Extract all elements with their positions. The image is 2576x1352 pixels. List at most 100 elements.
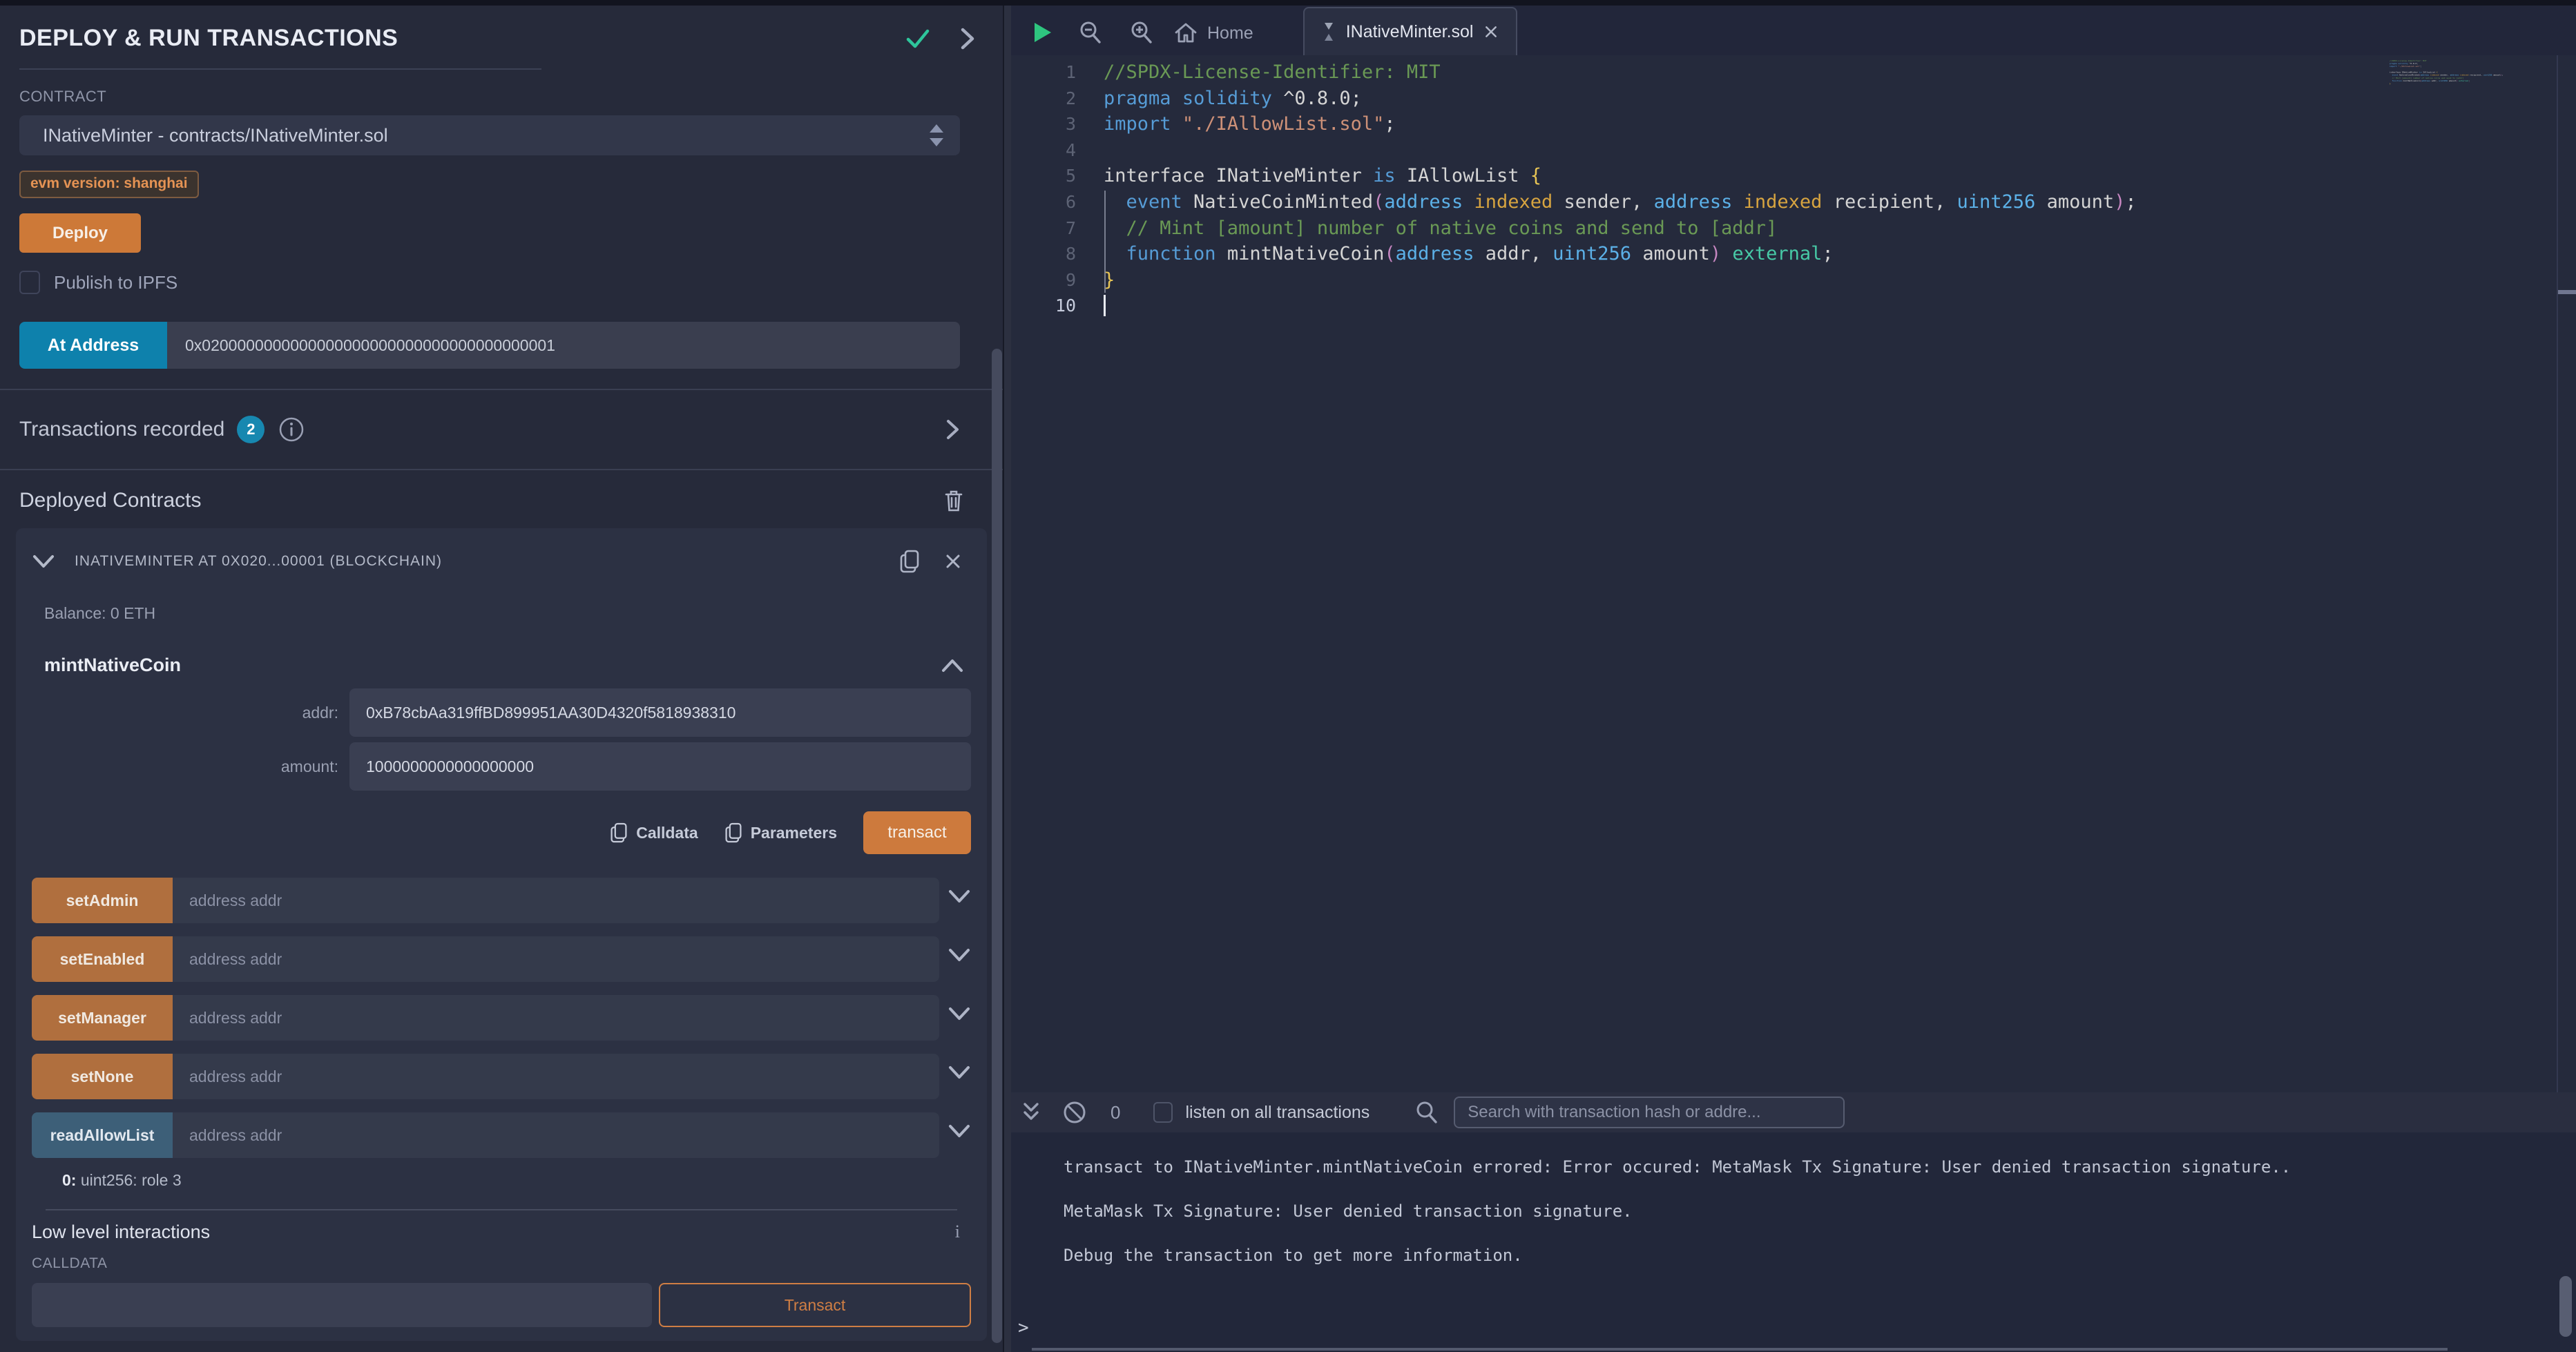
- publish-ipfs-checkbox[interactable]: [19, 271, 40, 294]
- setadmin-expand-icon[interactable]: [948, 889, 971, 904]
- clear-console-icon[interactable]: [1062, 1100, 1087, 1125]
- contract-expand-icon[interactable]: [32, 554, 55, 569]
- success-check-icon: [906, 28, 930, 49]
- low-level-info-icon[interactable]: i: [955, 1221, 960, 1242]
- panel-header: DEPLOY & RUN TRANSACTIONS: [0, 6, 1003, 52]
- terminal-log-line: Debug the transaction to get more inform…: [1064, 1233, 2576, 1277]
- panel-collapse-icon[interactable]: [960, 27, 975, 50]
- trash-icon[interactable]: [943, 488, 964, 513]
- home-icon: [1174, 22, 1198, 44]
- panel-editor-divider[interactable]: [1003, 6, 1011, 1352]
- transactions-expand-icon[interactable]: [946, 418, 960, 441]
- contract-select[interactable]: INativeMinter - contracts/INativeMinter.…: [19, 115, 960, 155]
- contract-instance-title: INATIVEMINTER AT 0X020...00001 (BLOCKCHA…: [75, 553, 442, 570]
- pending-tx-count: 0: [1111, 1102, 1120, 1123]
- minimap-content: //SPDX-License-Identifier: MITpragma sol…: [2390, 59, 2549, 88]
- setadmin-input[interactable]: [173, 878, 939, 923]
- output-index: 0:: [62, 1171, 76, 1189]
- readallowlist-input[interactable]: [173, 1112, 939, 1158]
- editor-tabbar: Home INativeMinter.sol: [1011, 6, 2576, 55]
- run-script-icon[interactable]: [1033, 22, 1051, 43]
- listen-transactions-label: listen on all transactions: [1185, 1103, 1369, 1123]
- at-address-input[interactable]: [167, 322, 960, 369]
- indent-guide: [1104, 191, 1106, 293]
- copy-address-icon[interactable]: [899, 549, 920, 574]
- setnone-expand-icon[interactable]: [948, 1065, 971, 1080]
- copy-parameters-button[interactable]: Parameters: [724, 822, 837, 844]
- terminal-collapse-icon[interactable]: [1022, 1101, 1040, 1123]
- setenabled-expand-icon[interactable]: [948, 947, 971, 963]
- function-row-setadmin: setAdmin: [32, 878, 971, 923]
- copy-calldata-button[interactable]: Calldata: [610, 822, 698, 844]
- function-row-setmanager: setManager: [32, 995, 971, 1041]
- function-collapse-icon[interactable]: [941, 658, 964, 673]
- editor-minimap[interactable]: //SPDX-License-Identifier: MITpragma sol…: [2390, 59, 2555, 543]
- deployed-contract-card: INATIVEMINTER AT 0X020...00001 (BLOCKCHA…: [16, 528, 987, 1341]
- setmanager-expand-icon[interactable]: [948, 1006, 971, 1021]
- select-updown-icon: [928, 123, 945, 148]
- tab-home-label: Home: [1207, 23, 1253, 44]
- text-cursor: [1104, 295, 1106, 316]
- setadmin-button[interactable]: setAdmin: [32, 878, 173, 923]
- terminal-log-line: transact to INativeMinter.mintNativeCoin…: [1064, 1145, 2576, 1189]
- evm-version-badge: evm version: shanghai: [19, 171, 199, 198]
- scrollbar-cursor-marker: [2558, 290, 2576, 294]
- setnone-input[interactable]: [173, 1054, 939, 1099]
- transactions-count-badge: 2: [237, 416, 265, 443]
- output-value: uint256: role 3: [76, 1171, 181, 1189]
- amount-arg-input[interactable]: [349, 742, 971, 791]
- setnone-button[interactable]: setNone: [32, 1054, 173, 1099]
- editor-region: Home INativeMinter.sol 12345678910 //SPD…: [1011, 6, 2576, 1352]
- deploy-button[interactable]: Deploy: [19, 213, 141, 253]
- low-level-transact-button[interactable]: Transact: [659, 1283, 971, 1327]
- deployed-contracts-title: Deployed Contracts: [19, 489, 201, 512]
- terminal-scrollbar[interactable]: [2559, 1276, 2572, 1337]
- terminal-search-input[interactable]: [1454, 1097, 1845, 1128]
- code-editor[interactable]: 12345678910 //SPDX-License-Identifier: M…: [1011, 55, 2576, 1092]
- editor-scrollbar[interactable]: [2557, 55, 2576, 1092]
- panel-title: DEPLOY & RUN TRANSACTIONS: [19, 25, 398, 52]
- zoom-in-icon[interactable]: [1130, 21, 1153, 44]
- setmanager-input[interactable]: [173, 995, 939, 1041]
- panel-scrollbar[interactable]: [992, 349, 1002, 1343]
- setenabled-button[interactable]: setEnabled: [32, 936, 173, 982]
- setmanager-button[interactable]: setManager: [32, 995, 173, 1041]
- listen-transactions-checkbox[interactable]: [1153, 1102, 1173, 1123]
- code-area[interactable]: //SPDX-License-Identifier: MITpragma sol…: [1104, 59, 2576, 1092]
- terminal: 0 listen on all transactions transact to…: [1011, 1092, 2576, 1352]
- tab-close-icon[interactable]: [1484, 25, 1498, 39]
- publish-ipfs-label: Publish to IPFS: [54, 272, 177, 293]
- low-level-calldata-input[interactable]: [32, 1283, 652, 1327]
- card-divider: [46, 1209, 957, 1210]
- function-row-setenabled: setEnabled: [32, 936, 971, 982]
- remix-app: DEPLOY & RUN TRANSACTIONS CONTRACT INati…: [0, 0, 2576, 1352]
- tab-inativeminter[interactable]: INativeMinter.sol: [1303, 7, 1518, 55]
- transact-button[interactable]: transact: [863, 811, 971, 854]
- deployed-contract-header[interactable]: INATIVEMINTER AT 0X020...00001 (BLOCKCHA…: [32, 528, 971, 574]
- contract-label: CONTRACT: [19, 88, 960, 106]
- terminal-toolbar: 0 listen on all transactions: [1011, 1092, 2576, 1132]
- title-underline: [19, 68, 541, 70]
- editor-gutter: 12345678910: [1011, 59, 1104, 1092]
- readallowlist-expand-icon[interactable]: [948, 1123, 971, 1139]
- deploy-run-panel: DEPLOY & RUN TRANSACTIONS CONTRACT INati…: [0, 6, 1003, 1352]
- terminal-prompt[interactable]: >: [1018, 1319, 1029, 1337]
- copy-calldata-label: Calldata: [636, 824, 698, 842]
- setenabled-input[interactable]: [173, 936, 939, 982]
- function-name: mintNativeCoin: [44, 655, 181, 676]
- transactions-recorded-section: Transactions recorded 2: [0, 389, 1003, 470]
- readallowlist-button[interactable]: readAllowList: [32, 1112, 173, 1158]
- solidity-file-icon: [1323, 21, 1335, 42]
- contract-balance: Balance: 0 ETH: [32, 604, 971, 623]
- zoom-out-icon[interactable]: [1079, 21, 1102, 44]
- terminal-logs: transact to INativeMinter.mintNativeCoin…: [1011, 1132, 2576, 1277]
- terminal-hscrollbar[interactable]: [1032, 1348, 2448, 1351]
- low-level-title: Low level interactions: [32, 1221, 210, 1243]
- transactions-info-icon[interactable]: [278, 416, 305, 443]
- terminal-search-icon: [1415, 1101, 1439, 1124]
- addr-arg-input[interactable]: [349, 688, 971, 737]
- tab-home[interactable]: Home: [1174, 22, 1253, 44]
- copy-parameters-label: Parameters: [751, 824, 837, 842]
- remove-contract-icon[interactable]: [945, 553, 961, 570]
- at-address-button[interactable]: At Address: [19, 322, 167, 369]
